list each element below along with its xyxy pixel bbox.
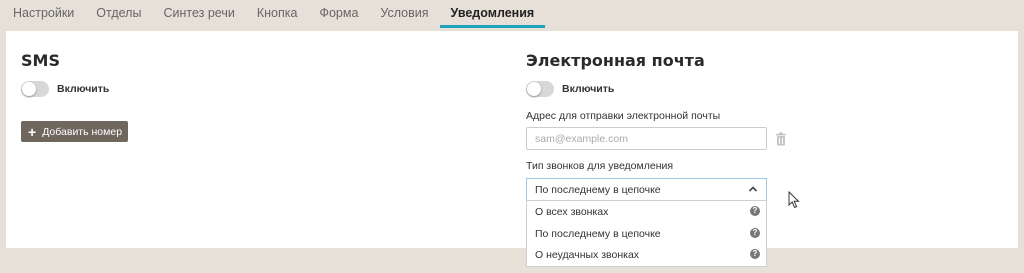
- email-toggle-row: Включить: [526, 81, 614, 97]
- email-enable-toggle[interactable]: [526, 81, 554, 97]
- add-number-button[interactable]: + Добавить номер: [21, 121, 128, 142]
- add-number-label: Добавить номер: [42, 125, 123, 138]
- tab-notifications[interactable]: Уведомления: [439, 0, 546, 28]
- tab-settings[interactable]: Настройки: [0, 0, 85, 28]
- tab-bar: Настройки Отделы Синтез речи Кнопка Форм…: [0, 0, 1024, 28]
- sms-section-title: SMS: [21, 51, 60, 70]
- option-label: О всех звонках: [535, 206, 609, 218]
- mouse-cursor-icon: [788, 191, 800, 209]
- call-type-label: Тип звонков для уведомления: [526, 160, 674, 172]
- notifications-panel: SMS Включить + Добавить номер Электронна…: [6, 31, 1018, 267]
- option-label: По последнему в цепочке: [535, 227, 661, 240]
- toggle-knob: [527, 82, 541, 96]
- email-address-input[interactable]: sam@example.com: [526, 127, 767, 150]
- tab-form[interactable]: Форма: [308, 0, 369, 28]
- call-type-selected-value: По последнему в цепочке: [535, 184, 661, 196]
- tab-button[interactable]: Кнопка: [246, 0, 309, 28]
- dropdown-option-all-calls[interactable]: О всех звонках ?: [527, 201, 766, 223]
- sms-toggle-row: Включить: [21, 81, 109, 97]
- plus-icon: +: [28, 123, 37, 140]
- tab-departments[interactable]: Отделы: [85, 0, 152, 28]
- dropdown-option-failed-calls[interactable]: О неудачных звонках ?: [527, 244, 766, 266]
- help-icon[interactable]: ?: [750, 206, 760, 216]
- tab-speech-synthesis[interactable]: Синтез речи: [152, 0, 245, 28]
- sms-enable-label: Включить: [57, 83, 110, 95]
- email-enable-label: Включить: [562, 83, 615, 95]
- email-address-label: Адрес для отправки электронной почты: [526, 110, 721, 122]
- option-label: О неудачных звонках: [535, 249, 640, 262]
- chevron-up-icon: [748, 186, 758, 192]
- email-section-title: Электронная почта: [526, 51, 705, 70]
- toggle-knob: [22, 82, 36, 96]
- help-icon[interactable]: ?: [750, 249, 760, 260]
- sms-enable-toggle[interactable]: [21, 81, 49, 97]
- tab-conditions[interactable]: Условия: [369, 0, 439, 28]
- call-type-select[interactable]: По последнему в цепочке: [526, 178, 767, 200]
- call-type-dropdown: О всех звонках ? По последнему в цепочке…: [526, 200, 767, 267]
- dropdown-option-last-in-chain[interactable]: По последнему в цепочке ?: [527, 223, 766, 245]
- trash-icon[interactable]: [775, 132, 787, 146]
- help-icon[interactable]: ?: [750, 227, 760, 238]
